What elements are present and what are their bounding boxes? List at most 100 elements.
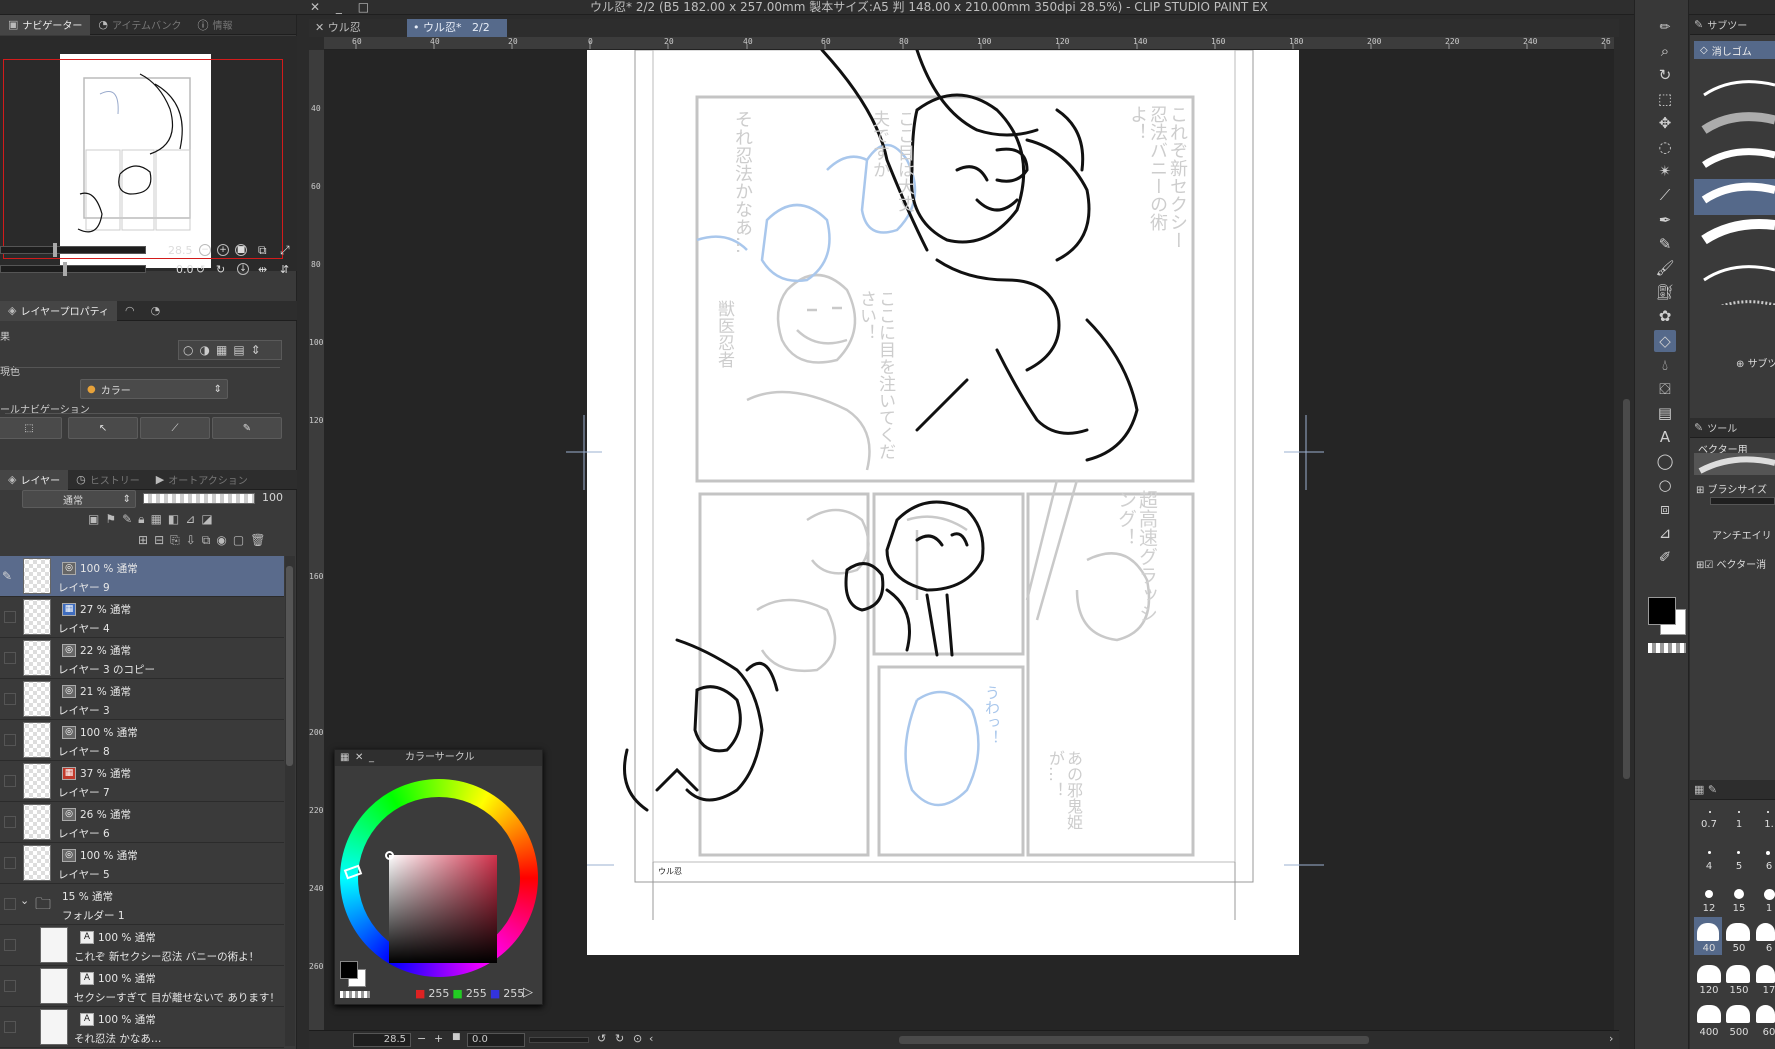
size-dot[interactable]: [1756, 923, 1775, 941]
tab-tool-property[interactable]: ✎ ツール: [1690, 418, 1745, 438]
size-dot[interactable]: [1709, 811, 1711, 813]
zoom-slider-knob[interactable]: [53, 243, 57, 257]
mask-icon[interactable]: ◧: [168, 512, 179, 527]
visibility-toggle[interactable]: [4, 775, 16, 787]
size-dot[interactable]: [1697, 965, 1721, 983]
actual-size-icon[interactable]: ⧉: [258, 243, 267, 258]
navigator-view-frame[interactable]: [3, 59, 283, 259]
tone-icon[interactable]: ◑: [199, 343, 209, 357]
layer-row[interactable]: ◎ 21 % 通常 レイヤー 3: [0, 679, 284, 720]
size-dot[interactable]: [1734, 889, 1744, 899]
draft-icon[interactable]: ✎: [122, 512, 132, 527]
object-tool-icon[interactable]: ⬚: [1654, 88, 1676, 110]
layer-color-icon[interactable]: ▤: [233, 343, 244, 357]
visibility-toggle[interactable]: [4, 857, 16, 869]
tab-info[interactable]: ⓘ 情報: [190, 15, 241, 35]
correction-icon[interactable]: ✐: [1654, 546, 1676, 568]
pencil-icon[interactable]: ✎: [1654, 233, 1676, 255]
main-color-swatch[interactable]: [1648, 597, 1676, 625]
decoration-icon[interactable]: ✿: [1654, 305, 1676, 327]
size-dot[interactable]: [1756, 1005, 1775, 1023]
reset-rotate-icon[interactable]: ↓: [237, 263, 249, 275]
new-folder-icon[interactable]: ⎘: [170, 533, 180, 548]
lock-icon[interactable]: 🔒︎: [138, 512, 144, 527]
chevron-updown-icon[interactable]: ⇕: [251, 343, 261, 357]
zoom-in-icon[interactable]: +: [217, 244, 229, 256]
blend-icon[interactable]: 💧︎: [1654, 354, 1676, 376]
rotate-left-icon[interactable]: ↺: [196, 263, 205, 276]
pen-tool-icon[interactable]: ✏: [1654, 17, 1676, 39]
layer-row[interactable]: A 100 % 通常 セクシーすぎて 目が離せないで あります！: [0, 966, 284, 1007]
rotate-slider[interactable]: [0, 262, 146, 276]
blend-mode-select[interactable]: 通常 ⇕: [22, 490, 136, 508]
transfer-icon[interactable]: ⇩: [186, 533, 196, 548]
tab-history[interactable]: ◷ ヒストリー: [68, 470, 148, 490]
color-circle-header[interactable]: ▦ ✕ _ カラーサークル: [335, 750, 542, 766]
trash-icon[interactable]: 🗑︎: [250, 533, 265, 548]
close-icon[interactable]: ✕: [355, 750, 363, 766]
opacity-slider[interactable]: [143, 493, 255, 504]
layer-row[interactable]: ▦ 37 % 通常 レイヤー 7: [0, 761, 284, 802]
tab-auto-action[interactable]: ▶ オートアクション: [148, 470, 256, 490]
tab-layer[interactable]: ◈ レイヤー: [0, 469, 69, 490]
size-dot[interactable]: [1697, 923, 1719, 941]
navigator-preview[interactable]: [0, 36, 297, 271]
layer-row[interactable]: ◎ 100 % 通常 レイヤー 8: [0, 720, 284, 761]
rotate-field[interactable]: 0.0: [467, 1033, 525, 1047]
ruler-icon[interactable]: ⊿: [1654, 522, 1676, 544]
size-dot[interactable]: [1726, 1005, 1750, 1023]
layer-row[interactable]: ◎ 22 % 通常 レイヤー 3 のコピー: [0, 638, 284, 679]
play-icon[interactable]: ▷: [523, 985, 533, 1000]
layer-scrollbar[interactable]: [285, 556, 295, 1046]
layer-scroll-thumb[interactable]: [286, 566, 293, 766]
fill-icon[interactable]: ⛋: [1654, 378, 1676, 400]
folder-row[interactable]: ⌄ 🗀︎ 15 % 通常 フォルダー 1: [0, 884, 284, 925]
layer-row[interactable]: ◎ 26 % 通常 レイヤー 6: [0, 802, 284, 843]
layer-row[interactable]: ◎ 100 % 通常 レイヤー 5: [0, 843, 284, 884]
new-vector-icon[interactable]: ⊟: [154, 533, 164, 548]
effect-buttons[interactable]: ○ ◑ ▦ ▤ ⇕: [178, 340, 282, 360]
eyedropper-icon[interactable]: ⟋: [1654, 184, 1676, 206]
size-dot[interactable]: [1737, 851, 1740, 854]
rotate-view-icon[interactable]: ↻: [1654, 64, 1676, 86]
canvas-vertical-scrollbar[interactable]: [1619, 19, 1634, 1030]
gradient-icon[interactable]: ▤: [1654, 402, 1676, 424]
size-dot[interactable]: [1756, 965, 1775, 983]
tool-nav-control-point-button[interactable]: ⟋: [140, 417, 210, 439]
size-dot[interactable]: [1708, 851, 1711, 854]
visibility-toggle[interactable]: [4, 611, 16, 623]
zoom-slider[interactable]: [0, 243, 146, 257]
layer-row[interactable]: A 100 % 通常 それ忍法 かなあ…: [0, 1007, 284, 1048]
size-dot[interactable]: [1726, 923, 1750, 941]
zoom-out-icon[interactable]: −: [199, 244, 211, 256]
transparent-color-swatch[interactable]: [1648, 643, 1686, 653]
close-icon[interactable]: ✕: [310, 0, 320, 14]
visibility-toggle[interactable]: [4, 980, 16, 992]
tool-nav-object-button[interactable]: ⬚: [0, 417, 62, 439]
mask-create-icon[interactable]: ◉: [216, 533, 226, 548]
transparent-color-swatch[interactable]: [340, 991, 370, 998]
magic-wand-icon[interactable]: ✴: [1654, 160, 1676, 182]
layer-row[interactable]: ▦ 27 % 通常 レイヤー 4: [0, 597, 284, 638]
chevron-down-icon[interactable]: ⌄: [20, 894, 29, 907]
visibility-toggle[interactable]: [4, 693, 16, 705]
apply-mask-icon[interactable]: ▢: [233, 533, 244, 548]
visibility-toggle[interactable]: [4, 939, 16, 951]
airbrush-icon[interactable]: ⛽︎: [1654, 281, 1676, 303]
frame-icon[interactable]: ⧈: [1654, 498, 1676, 520]
size-dot[interactable]: [1767, 811, 1769, 813]
tab-brush-size[interactable]: ▦ ✎: [1690, 780, 1725, 800]
tab-extra-1[interactable]: ◠: [117, 301, 143, 321]
minimize-icon[interactable]: _: [369, 750, 374, 766]
brush-icon[interactable]: 🖌︎: [1654, 257, 1676, 279]
size-dot[interactable]: [1764, 889, 1775, 900]
color-circle-window[interactable]: ▦ ✕ _ カラーサークル ■ 255 ■ 255 ■ 255 ▷: [334, 749, 543, 1005]
pattern-icon[interactable]: ▦: [216, 343, 227, 357]
figure-icon[interactable]: ○: [1654, 474, 1676, 496]
border-effect-icon[interactable]: ○: [183, 343, 193, 357]
subtool-group-eraser[interactable]: ◇ 消しゴム: [1694, 41, 1775, 59]
tab-subtool[interactable]: ✎ サブツー: [1690, 15, 1755, 35]
combine-icon[interactable]: ⧉: [202, 533, 211, 548]
maximize-icon[interactable]: □: [358, 0, 369, 14]
tab-document-2[interactable]: • ウル忍* 2/2: [407, 19, 507, 37]
